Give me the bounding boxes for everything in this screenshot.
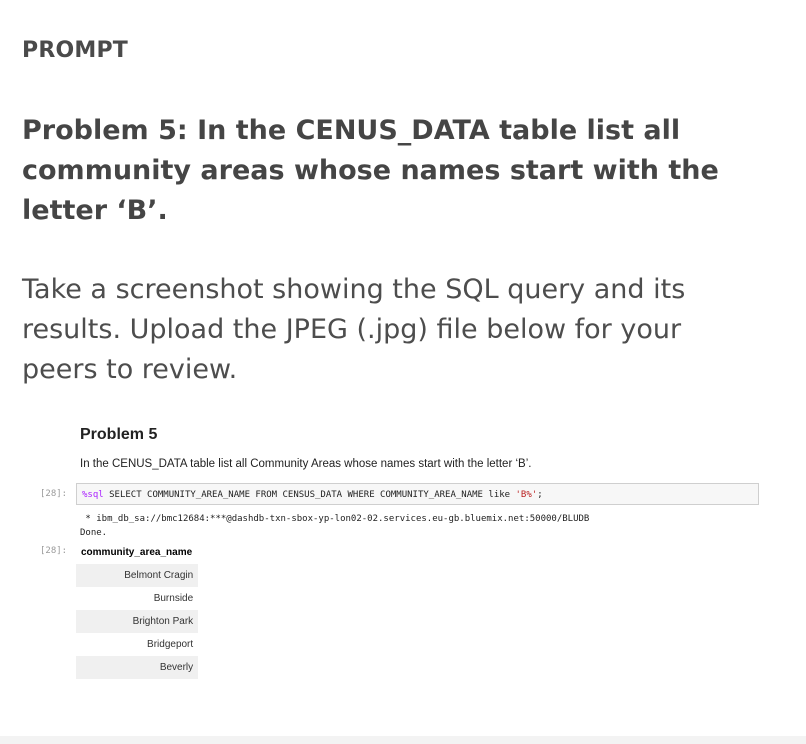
cell-stdout: * ibm_db_sa://bmc12684:***@dashdb-txn-sb…: [80, 512, 589, 540]
column-header: community_area_name: [81, 547, 193, 558]
table-row: Belmont Cragin: [76, 564, 199, 587]
prompt-label: PROMPT: [22, 38, 128, 63]
table-cell: Belmont Cragin: [76, 564, 199, 587]
table-cell: Bridgeport: [147, 639, 194, 650]
code-cell[interactable]: %sql SELECT COMMUNITY_AREA_NAME FROM CEN…: [76, 483, 759, 505]
sql-query: SELECT COMMUNITY_AREA_NAME FROM CENSUS_D…: [103, 490, 516, 500]
notebook-screenshot: Problem 5 In the CENUS_DATA table list a…: [22, 410, 782, 690]
table-row: Beverly: [76, 656, 199, 679]
table-row: Burnside: [76, 587, 198, 610]
notebook-description: In the CENUS_DATA table list all Communi…: [80, 458, 532, 470]
table-row: Brighton Park: [76, 610, 199, 633]
input-prompt: [28]:: [40, 489, 68, 499]
problem-instructions: Take a screenshot showing the SQL query …: [22, 274, 686, 385]
notebook-heading: Problem 5: [80, 426, 158, 443]
sql-pattern: 'B%': [515, 490, 538, 500]
table-cell: Beverly: [76, 656, 199, 679]
stdout-done: Done.: [80, 528, 108, 538]
footer-divider: [0, 736, 806, 744]
output-prompt: [28]:: [40, 546, 68, 556]
table-row: Bridgeport: [76, 633, 198, 656]
result-table: community_area_name Belmont Cragin Burns…: [76, 542, 199, 679]
sql-magic: %sql: [82, 490, 104, 500]
table-cell: Burnside: [153, 593, 194, 604]
stdout-connection: * ibm_db_sa://bmc12684:***@dashdb-txn-sb…: [80, 514, 590, 524]
table-cell: Brighton Park: [76, 610, 199, 633]
problem-title: Problem 5: In the CENUS_DATA table list …: [22, 115, 719, 226]
sql-terminator: ;: [537, 490, 543, 500]
result-header-row: community_area_name: [76, 542, 198, 564]
